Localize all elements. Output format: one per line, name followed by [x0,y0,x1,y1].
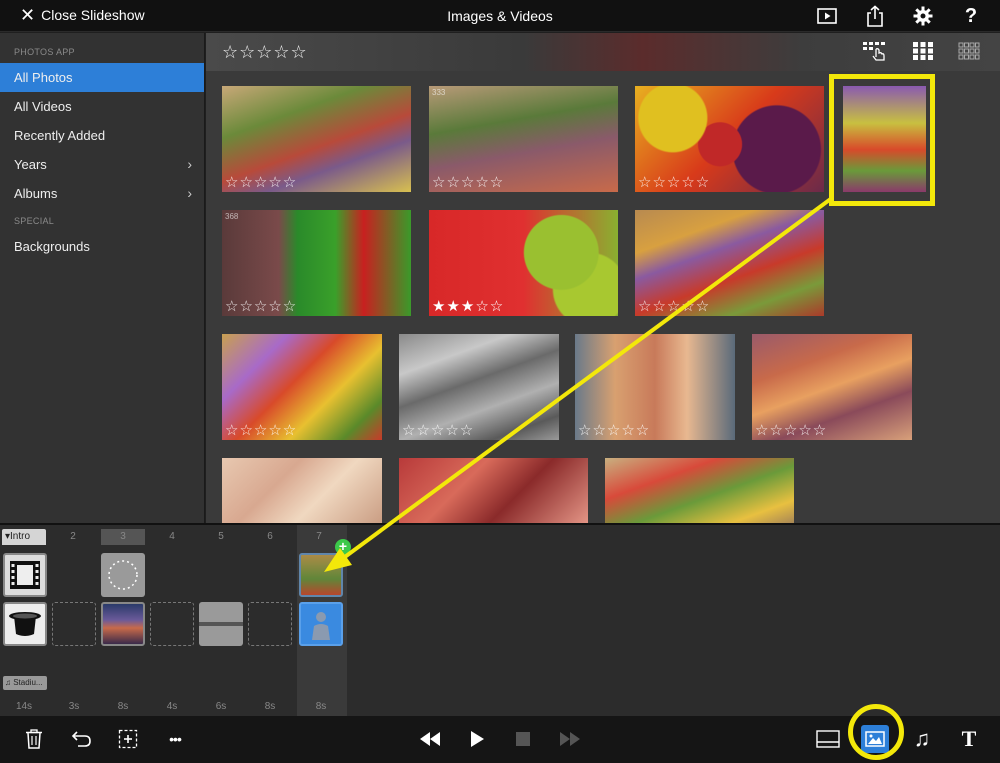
photo-rating[interactable]: ☆☆☆☆☆ [638,173,710,191]
slide-duration: 8s [315,701,327,712]
slide-duration: 14s [15,701,33,712]
photo-rating[interactable]: ☆☆☆☆☆ [402,421,474,439]
undo-icon[interactable] [66,724,96,754]
slide-duration: 4s [166,701,178,712]
pending-image-slot[interactable] [299,553,343,597]
photo-thumbnail[interactable]: ☆☆☆☆☆ [399,334,559,440]
section-label-special: SPECIAL [14,216,55,226]
empty-slide-slot[interactable] [52,602,96,646]
photo-thumbnail[interactable]: ☆☆☆☆☆ [635,86,824,192]
photo-rating[interactable]: ☆☆☆☆☆ [225,421,297,439]
slide-duration: 8s [264,701,276,712]
rating-filter[interactable]: ☆☆☆☆☆ [222,42,308,63]
photo-thumbnail[interactable]: 368 ☆☆☆☆☆ [222,210,411,316]
photo-thumbnail[interactable]: ☆☆☆☆☆ [575,334,735,440]
images-button-highlight-circle [848,704,904,760]
slide-number: 4 [169,531,175,542]
selected-slide-slot[interactable] [299,602,343,646]
sidebar-item-all-videos[interactable]: All Videos [0,92,204,121]
person-placeholder-icon [312,612,330,640]
sidebar-item-label: All Videos [14,99,72,114]
film-clip-slot[interactable] [3,553,47,597]
photo-rating[interactable]: ☆☆☆☆☆ [432,173,504,191]
storyboard-timeline: ▾Intro 2 3 4 5 6 7 + ♫ Stadiu... 14s 3s … [0,523,1000,718]
more-icon[interactable]: ••• [160,724,190,754]
loading-slot[interactable] [101,553,145,597]
photo-thumbnail[interactable]: 333 ☆☆☆☆☆ [429,86,618,192]
music-icon[interactable]: ♫ [907,724,937,754]
trash-icon[interactable] [19,724,49,754]
sidebar-item-label: Recently Added [14,128,106,143]
photo-thumbnail[interactable] [605,458,794,523]
chevron-right-icon: › [187,156,192,172]
sidebar-item-label: Years [14,157,47,172]
play-preview-icon[interactable] [816,4,838,28]
photo-thumbnail[interactable]: ☆☆☆☆☆ [222,334,382,440]
slide-number: 5 [218,531,224,542]
photo-rating[interactable]: ★★★☆☆ [432,297,504,315]
multi-select-icon[interactable] [862,41,888,68]
top-bar: ✕ Close Slideshow Images & Videos ? [0,0,1000,32]
rewind-icon[interactable] [415,724,445,754]
photo-thumbnail[interactable]: ☆☆☆☆☆ [752,334,912,440]
settings-gear-icon[interactable] [912,4,934,28]
sidebar-item-years[interactable]: Years › [0,150,204,179]
share-icon[interactable] [864,4,886,28]
sidebar-item-albums[interactable]: Albums › [0,179,204,208]
photo-browser-header: ☆☆☆☆☆ [206,33,1000,71]
slide-duration: 8s [117,701,129,712]
photo-thumbnail[interactable] [222,458,382,523]
text-icon[interactable]: T [954,724,984,754]
selection-highlight-box [829,74,935,206]
sidebar-item-backgrounds[interactable]: Backgrounds [0,232,204,261]
empty-slide-slot[interactable] [248,602,292,646]
mountain-photo-slot[interactable] [101,602,145,646]
chevron-right-icon: › [187,185,192,201]
add-slide-icon[interactable] [113,724,143,754]
grid-small-icon[interactable] [958,41,980,68]
slide-number: 3 [101,529,145,545]
play-icon[interactable] [462,724,492,754]
intro-tab[interactable]: ▾Intro [2,529,46,545]
photo-thumbnail[interactable]: ☆☆☆☆☆ [635,210,824,316]
slide-number: 6 [267,531,273,542]
slide-duration: 3s [68,701,80,712]
photo-rating[interactable]: ☆☆☆☆☆ [225,297,297,315]
top-hat-icon [9,612,41,636]
loading-spinner-icon [108,560,138,590]
film-strip-icon [10,561,40,589]
sidebar-item-all-photos[interactable]: All Photos [0,63,204,92]
sidebar-item-label: All Photos [14,70,73,85]
photo-rating[interactable]: ☆☆☆☆☆ [225,173,297,191]
sidebar-item-label: Albums [14,186,58,201]
grid-medium-icon[interactable] [912,41,934,68]
photo-thumbnail[interactable]: ★★★☆☆ [429,210,618,316]
stop-icon[interactable] [508,724,538,754]
layout-icon[interactable] [813,724,843,754]
magic-hat-slot[interactable] [3,602,47,646]
photo-rating[interactable]: ☆☆☆☆☆ [638,297,710,315]
photo-rating[interactable]: ☆☆☆☆☆ [578,421,650,439]
transition-slot[interactable] [199,602,243,646]
sidebar-item-recently-added[interactable]: Recently Added [0,121,204,150]
music-track-tag[interactable]: ♫ Stadiu... [3,676,47,690]
fast-forward-icon[interactable] [555,724,585,754]
slide-number: 7 [316,531,322,542]
empty-slide-slot[interactable] [150,602,194,646]
slide-number: 2 [70,531,76,542]
add-badge-icon: + [335,539,351,555]
help-icon[interactable]: ? [960,4,982,28]
photo-number: 333 [432,88,446,97]
photo-number: 368 [225,212,239,221]
slide-duration: 6s [215,701,227,712]
sidebar: PHOTOS APP All Photos All Videos Recentl… [0,33,205,523]
photo-thumbnail[interactable]: ☆☆☆☆☆ [222,86,411,192]
section-label-photos-app: PHOTOS APP [14,47,75,57]
photo-rating[interactable]: ☆☆☆☆☆ [755,421,827,439]
sidebar-item-label: Backgrounds [14,239,90,254]
photo-thumbnail[interactable] [399,458,588,523]
